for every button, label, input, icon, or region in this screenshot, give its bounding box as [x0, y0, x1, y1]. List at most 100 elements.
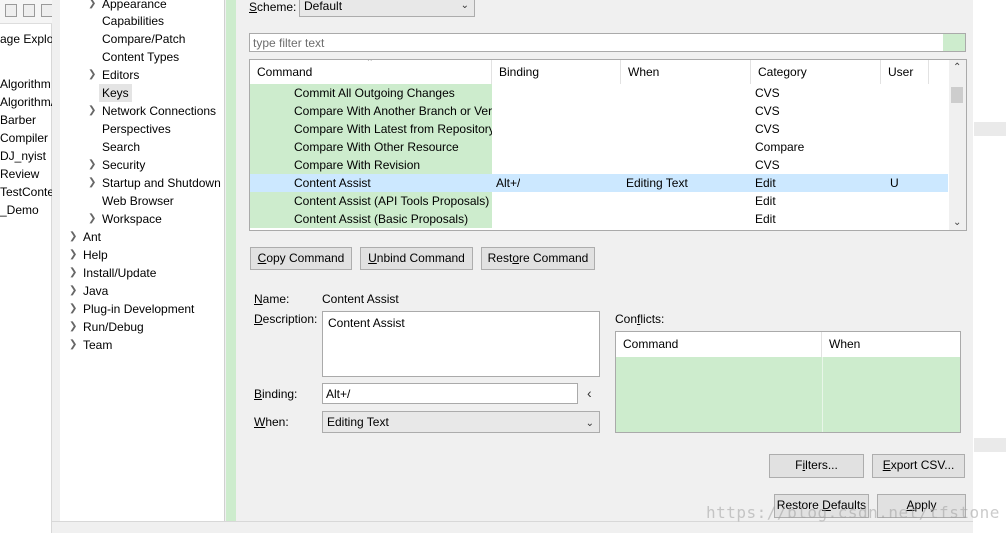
mnemonic-char: E — [882, 458, 891, 472]
restore-command-button[interactable]: Restore Command — [481, 247, 595, 270]
nav-item-plugin-development[interactable]: ❯ Plug-in Development — [69, 300, 194, 318]
chevron-right-icon[interactable]: ❯ — [69, 282, 77, 300]
scheme-select[interactable]: Default ⌄ — [299, 0, 475, 17]
nav-item-web-browser[interactable]: Web Browser — [102, 192, 174, 210]
nav-item-label: Capabilities — [102, 14, 165, 28]
table-row[interactable]: Compare With Latest from Repository CVS — [250, 120, 948, 138]
nav-item-team[interactable]: ❯ Team — [69, 336, 112, 354]
column-header-label: User — [888, 65, 914, 79]
cell-category: CVS — [755, 122, 780, 136]
nav-item-run-debug[interactable]: ❯ Run/Debug — [69, 318, 144, 336]
nav-item-keys[interactable]: Keys — [99, 84, 132, 102]
mnemonic-char: C — [257, 251, 267, 265]
project-item[interactable]: TestConter — [0, 183, 52, 201]
mnemonic-char: o — [512, 251, 519, 265]
chevron-right-icon[interactable]: ❯ — [69, 246, 77, 264]
sash-divider[interactable] — [226, 0, 236, 522]
scroll-up-icon[interactable]: ⌃ — [953, 62, 961, 73]
project-item[interactable]: Algorithm — [0, 75, 52, 93]
table-row[interactable]: Content Assist (Basic Proposals) Edit — [250, 210, 948, 228]
project-item[interactable]: _Demo — [0, 201, 52, 219]
button-label: re Command — [519, 251, 589, 265]
filter-input[interactable]: type filter text — [249, 33, 966, 52]
nav-item-security[interactable]: ❯ Security — [88, 156, 145, 174]
export-csv-button[interactable]: Export CSV... — [872, 454, 965, 478]
nav-item-compare-patch[interactable]: Compare/Patch — [102, 30, 185, 48]
nav-item-workspace[interactable]: ❯ Workspace — [88, 210, 162, 228]
nav-item-help[interactable]: ❯ Help — [69, 246, 108, 264]
unbind-command-button[interactable]: Unbind Command — [360, 247, 473, 270]
nav-item-editors[interactable]: ❯ Editors — [88, 66, 139, 84]
table-row[interactable]: Content Assist (API Tools Proposals) Edi… — [250, 192, 948, 210]
nav-item-label: Search — [102, 140, 141, 154]
clear-filter-icon[interactable] — [943, 34, 965, 51]
nav-item-install-update[interactable]: ❯ Install/Update — [69, 264, 156, 282]
column-header-category[interactable]: Category — [751, 60, 881, 84]
when-select[interactable]: Editing Text ⌄ — [322, 411, 600, 433]
chevron-right-icon[interactable]: ❯ — [88, 174, 96, 192]
chevron-down-icon: ⌄ — [585, 418, 594, 429]
chevron-right-icon[interactable]: ❯ — [69, 318, 77, 336]
chevron-right-icon[interactable]: ❯ — [88, 156, 96, 174]
binding-field[interactable]: Alt+/ — [322, 383, 578, 404]
table-row[interactable]: Compare With Another Branch or Ver CVS — [250, 102, 948, 120]
link-editor-icon[interactable] — [23, 4, 35, 17]
table-row[interactable]: Commit All Outgoing Changes CVS — [250, 84, 948, 102]
chevron-right-icon[interactable]: ❯ — [88, 102, 96, 120]
project-item[interactable]: Compiler — [0, 129, 52, 147]
copy-command-button[interactable]: Copy Command — [250, 247, 352, 270]
chevron-right-icon[interactable]: ❯ — [69, 300, 77, 318]
name-value: Content Assist — [322, 292, 399, 306]
chevron-right-icon[interactable]: ❯ — [88, 210, 96, 228]
conflicts-header: Command When — [616, 332, 960, 357]
chevron-right-icon[interactable]: ❯ — [69, 264, 77, 282]
column-header-user[interactable]: User — [881, 60, 929, 84]
background-editor-area — [973, 0, 1006, 533]
project-item[interactable]: Barber — [0, 111, 52, 129]
binding-menu-icon[interactable]: ‹ — [587, 385, 592, 401]
conflicts-column-command[interactable]: Command — [616, 332, 822, 357]
nav-item-ant[interactable]: ❯ Ant — [69, 228, 101, 246]
nav-item-search[interactable]: Search — [102, 138, 140, 156]
column-header-label: Category — [758, 65, 807, 79]
filters-button[interactable]: Filters... — [769, 454, 864, 478]
sort-ascending-icon: ⌃ — [366, 59, 374, 67]
chevron-right-icon[interactable]: ❯ — [69, 336, 77, 354]
scroll-thumb[interactable] — [951, 87, 963, 103]
conflicts-column-when[interactable]: When — [822, 332, 960, 357]
nav-item-capabilities[interactable]: Capabilities — [102, 12, 164, 30]
column-header-binding[interactable]: Binding — [492, 60, 621, 84]
table-scrollbar[interactable]: ⌃ ⌄ — [949, 60, 966, 230]
scroll-down-icon[interactable]: ⌄ — [953, 217, 961, 228]
label-text: inding: — [262, 387, 298, 401]
cell-command: Compare With Other Resource — [250, 138, 492, 156]
cell-command: Compare With Revision — [250, 156, 492, 174]
nav-item-network-connections[interactable]: ❯ Network Connections — [88, 102, 216, 120]
project-item[interactable]: DJ_nyist — [0, 147, 52, 165]
column-header-when[interactable]: When — [621, 60, 751, 84]
package-explorer-tab[interactable]: age Explor — [0, 30, 52, 50]
description-field[interactable]: Content Assist — [322, 311, 600, 377]
column-header-label: Command — [257, 65, 313, 79]
nav-item-content-types[interactable]: Content Types — [102, 48, 179, 66]
cell-category: Compare — [755, 140, 805, 154]
table-row[interactable]: Compare With Other Resource Compare — [250, 138, 948, 156]
nav-item-perspectives[interactable]: Perspectives — [102, 120, 171, 138]
table-row[interactable]: Compare With Revision CVS — [250, 156, 948, 174]
column-header-label: When — [628, 65, 660, 79]
project-item[interactable]: AlgorithmA — [0, 93, 52, 111]
conflicts-table: Command When — [615, 331, 961, 433]
button-label: opy Command — [266, 251, 345, 265]
collapse-all-icon[interactable] — [5, 4, 17, 17]
chevron-right-icon[interactable]: ❯ — [88, 66, 96, 84]
preferences-nav-tree: ❯ Appearance Capabilities Compare/Patch C… — [60, 0, 225, 522]
table-row-selected[interactable]: Content Assist Alt+/ Editing Text Edit U — [250, 174, 948, 192]
nav-item-startup-shutdown[interactable]: ❯ Startup and Shutdown — [88, 174, 221, 192]
cell-binding: Alt+/ — [496, 176, 521, 190]
chevron-right-icon[interactable]: ❯ — [69, 228, 77, 246]
nav-item-java[interactable]: ❯ Java — [69, 282, 108, 300]
project-item[interactable]: Review — [0, 165, 52, 183]
chevron-right-icon[interactable]: ❯ — [88, 0, 96, 13]
cell-category: Edit — [755, 212, 776, 226]
background-editor-line — [974, 438, 1006, 452]
